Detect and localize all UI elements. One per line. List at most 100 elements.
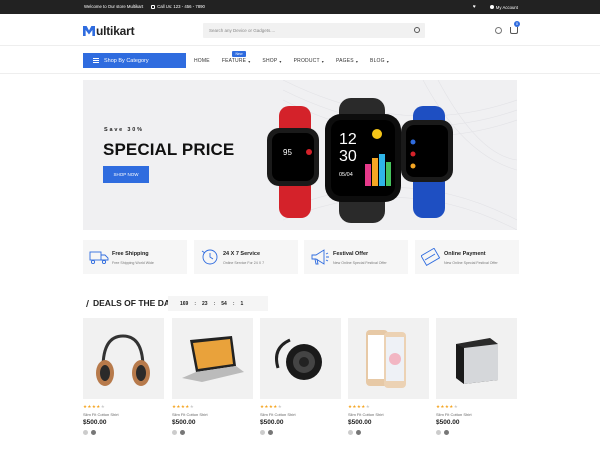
megaphone-icon	[311, 249, 329, 265]
top-bar: Welcome to Our store Multikart Call Us: …	[0, 0, 600, 14]
color-swatch[interactable]	[91, 430, 96, 435]
product-price: $500.00	[260, 419, 284, 426]
rating-stars: ★★★★★	[83, 404, 106, 409]
rating-stars: ★★★★★	[260, 404, 283, 409]
phone-icon	[151, 4, 156, 9]
product-image-earphone[interactable]	[260, 318, 341, 399]
product-image-headphones[interactable]	[83, 318, 164, 399]
nav-item-blog[interactable]: BLOG ▾	[370, 58, 389, 64]
call-text: Call Us: 123 - 456 - 7890	[157, 4, 205, 9]
color-swatch[interactable]	[268, 430, 273, 435]
product-name[interactable]: Slim Fit Cotton Shirt	[436, 412, 517, 417]
product-image-phone[interactable]	[348, 318, 429, 399]
service-subtitle: New Online Special Festival Offer	[333, 261, 387, 265]
shop-by-category-button[interactable]: Shop By Category	[83, 53, 186, 68]
chevron-down-icon: ▾	[248, 58, 251, 64]
nav-item-product[interactable]: PRODUCT ▾	[294, 58, 324, 64]
product-card[interactable]: ★★★★★ Slim Fit Cotton Shirt $500.00	[83, 318, 164, 435]
rating-stars: ★★★★★	[436, 404, 459, 409]
logo[interactable]: ultikart	[83, 24, 135, 38]
product-image-drive[interactable]	[436, 318, 517, 399]
deal-bolt-icon	[86, 299, 91, 307]
hero-save-text: Save 30%	[104, 127, 144, 133]
color-swatch[interactable]	[172, 430, 177, 435]
product-name[interactable]: Slim Fit Cotton Shirt	[83, 412, 164, 417]
nav-label: PRODUCT	[293, 58, 320, 64]
color-swatch[interactable]	[444, 430, 449, 435]
shop-now-button[interactable]: SHOP NOW	[103, 166, 149, 183]
menu-icon	[93, 58, 99, 63]
gear-icon[interactable]	[495, 27, 502, 34]
nav-label: SHOP	[262, 58, 278, 64]
center-watch-hour: 12	[339, 131, 357, 148]
product-name[interactable]: Slim Fit Cotton Shirt	[260, 412, 341, 417]
product-card[interactable]: ★★★★★ Slim Fit Cotton Shirt $500.00	[172, 318, 253, 435]
color-swatch[interactable]	[83, 430, 88, 435]
main-nav: Shop By Category New HOME FEATURE ▾ SHOP ▾…	[0, 48, 600, 74]
rating-stars: ★★★★★	[172, 404, 195, 409]
hero-banner: Save 30% SPECIAL PRICE SHOP NOW 95 12 30…	[83, 80, 517, 230]
product-card[interactable]: ★★★★★ Slim Fit Cotton Shirt $500.00	[260, 318, 341, 435]
nav-item-pages[interactable]: PAGES ▾	[336, 58, 358, 64]
product-card[interactable]: ★★★★★ Slim Fit Cotton Shirt $500.00	[348, 318, 429, 435]
nav-label: HOME	[194, 58, 210, 64]
timer-hours: 23	[202, 300, 208, 307]
product-image-laptop[interactable]	[172, 318, 253, 399]
logo-text: ultikart	[96, 24, 135, 38]
product-name[interactable]: Slim Fit Cotton Shirt	[348, 412, 429, 417]
hero-title: SPECIAL PRICE	[103, 140, 235, 159]
rating-stars: ★★★★★	[348, 404, 371, 409]
service-free-shipping: Free Shipping Free Shipping World Wide	[83, 240, 187, 274]
search-input[interactable]: Search any Device or Gadgets....	[203, 23, 425, 38]
color-swatch[interactable]	[260, 430, 265, 435]
nav-label: FEATURE	[221, 58, 247, 64]
timer-days: 169	[180, 300, 189, 307]
search-placeholder: Search any Device or Gadgets....	[209, 28, 276, 33]
timer-minutes: 54	[221, 300, 227, 307]
product-price: $500.00	[348, 419, 372, 426]
credit-card-icon	[421, 248, 441, 266]
service-title: Festival Offer	[333, 251, 369, 257]
deals-title-text: DEALS OF THE DAY	[93, 298, 175, 308]
timer-seconds: 1	[240, 300, 244, 307]
service-title: Online Payment	[444, 251, 486, 257]
welcome-text: Welcome to Our store Multikart	[84, 4, 144, 9]
cart-icon[interactable]	[510, 27, 518, 34]
service-subtitle: Free Shipping World Wide	[112, 261, 154, 265]
center-watch-minute: 30	[339, 148, 357, 165]
nav-label: BLOG	[370, 58, 385, 64]
color-swatch[interactable]	[180, 430, 185, 435]
service-festival-offer: Festival Offer New Online Special Festiv…	[304, 240, 408, 274]
my-account-link[interactable]: My Account	[489, 5, 518, 10]
deal-countdown-timer: 169: 23: 54: 1	[168, 296, 268, 311]
nav-label: PAGES	[335, 58, 354, 64]
nav-item-home[interactable]: HOME	[194, 58, 210, 64]
service-title: Free Shipping	[112, 251, 149, 257]
service-online-payment: Online Payment New Online Special Festiv…	[415, 240, 519, 274]
cart-count-badge: 0	[514, 21, 520, 27]
smartwatches-image: 95 12 30 05/04	[267, 98, 453, 223]
shop-by-category-label: Shop By Category	[104, 57, 149, 64]
wishlist-heart-icon[interactable]: ♥	[473, 4, 476, 10]
nav-item-feature[interactable]: FEATURE ▾	[222, 58, 251, 64]
left-watch-number: 95	[283, 148, 292, 157]
service-24x7: 24 X 7 Service Online Service For 24 X 7	[194, 240, 298, 274]
product-name[interactable]: Slim Fit Cotton Shirt	[172, 412, 253, 417]
product-price: $500.00	[172, 419, 196, 426]
product-card[interactable]: ★★★★★ Slim Fit Cotton Shirt $500.00	[436, 318, 517, 435]
color-swatch[interactable]	[348, 430, 353, 435]
search-icon[interactable]	[414, 27, 420, 33]
product-price: $500.00	[436, 419, 460, 426]
center-watch-date: 05/04	[339, 172, 353, 178]
service-subtitle: Online Service For 24 X 7	[223, 261, 265, 265]
deals-heading: DEALS OF THE DAY	[86, 298, 175, 308]
nav-item-shop[interactable]: SHOP ▾	[262, 58, 281, 64]
color-swatch[interactable]	[436, 430, 441, 435]
chevron-down-icon: ▾	[386, 58, 389, 64]
chevron-down-icon: ▾	[279, 58, 282, 64]
color-swatch[interactable]	[356, 430, 361, 435]
product-price: $500.00	[83, 419, 107, 426]
logo-m-mark	[83, 26, 95, 36]
chevron-down-icon: ▾	[355, 58, 359, 64]
truck-icon	[89, 251, 109, 265]
